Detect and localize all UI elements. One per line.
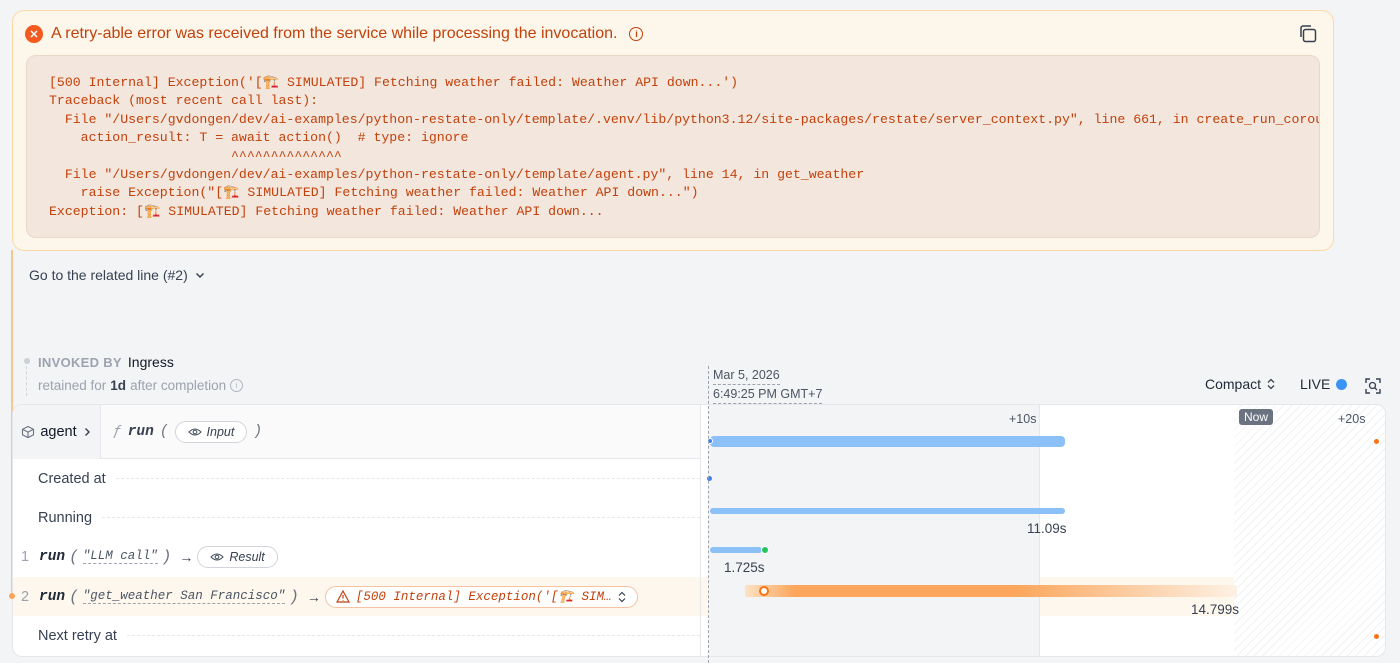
error-header: ✕ A retry-able error was received from t… [25, 25, 644, 43]
function-icon: ƒ [113, 423, 122, 440]
retained-value: 1d [110, 378, 127, 393]
step-number: 1 [21, 548, 30, 565]
input-button[interactable]: Input [174, 420, 248, 443]
step-name: run [39, 588, 66, 605]
input-label: Input [206, 424, 235, 439]
arrow-right-icon: → [179, 548, 194, 565]
pending-dot [1374, 439, 1379, 444]
chevron-right-icon [84, 427, 90, 436]
future-hatch [1234, 405, 1385, 656]
live-toggle[interactable]: LIVE [1300, 376, 1348, 392]
live-label: LIVE [1300, 376, 1331, 392]
invoked-dot [24, 358, 30, 364]
result-label: Result [229, 549, 265, 564]
paren-open: ( [159, 423, 169, 440]
journal-column: agent ƒ run ( Input ) Created at Running… [13, 405, 700, 656]
paren-open: ( [69, 547, 79, 566]
live-dot-icon [1336, 378, 1348, 390]
step2-attempt-dot [759, 586, 769, 596]
zoom-fit-icon[interactable] [1364, 377, 1382, 395]
running-bar [710, 508, 1065, 514]
header-row: agent ƒ run ( Input ) [13, 405, 700, 459]
step-arg: "LLM call" [82, 549, 158, 564]
stack-trace-box: [500 Internal] Exception('[🏗️ SIMULATED]… [26, 55, 1320, 238]
error-title: A retry-able error was received from the… [51, 25, 618, 42]
step-row-1[interactable]: 1 run ( "LLM call" ) → Result [13, 537, 700, 576]
paren-close: ) [289, 587, 299, 606]
warning-icon [335, 590, 350, 603]
goto-related-line[interactable]: Go to the related line (#2) [29, 267, 206, 283]
error-x-icon: ✕ [25, 25, 43, 43]
step1-duration: 1.725s [724, 560, 765, 575]
result-button[interactable]: Result [197, 545, 278, 568]
step1-success-dot [761, 546, 769, 554]
paren-open: ( [69, 587, 79, 606]
goto-label: Go to the related line (#2) [29, 267, 188, 283]
eye-icon [210, 552, 225, 561]
service-name: agent [40, 423, 77, 440]
running-duration: 11.09s [1027, 521, 1067, 536]
service-link[interactable]: agent [13, 405, 101, 459]
compact-toggle[interactable]: Compact [1205, 376, 1278, 392]
stack-trace: [500 Internal] Exception('[🏗️ SIMULATED]… [49, 75, 1319, 219]
invocation-timeline-table: agent ƒ run ( Input ) Created at Running… [12, 404, 1386, 657]
next-retry-dot [1374, 634, 1379, 639]
step-name: run [39, 548, 66, 565]
start-timestamp: Mar 5, 2026 6:49:25 PM GMT+7 [713, 366, 823, 404]
row-error-dot [9, 593, 15, 599]
chevron-updown-icon [619, 591, 626, 602]
copy-icon[interactable] [1297, 23, 1319, 45]
cube-icon [22, 425, 35, 438]
compact-label: Compact [1205, 376, 1262, 392]
step2-retry-bar [745, 585, 1237, 597]
arrow-right-icon: → [306, 588, 321, 605]
invoked-by-value: Ingress [127, 354, 174, 370]
handler-signature: ƒ run ( Input ) [113, 420, 263, 443]
running-row: Running [13, 498, 700, 537]
tick-20s: +20s [1338, 412, 1366, 426]
step-number: 2 [21, 588, 30, 605]
invoked-by: INVOKED BY Ingress [38, 354, 174, 370]
step1-bar [710, 547, 762, 553]
step-row-2[interactable]: 2 run ( "get_weather San Francisco" ) → … [13, 577, 700, 616]
error-result-button[interactable]: [500 Internal] Exception('[🏗️ SIM… [324, 585, 639, 608]
created-at-label: Created at [38, 470, 106, 487]
tick-10s: +10s [1009, 412, 1037, 426]
step2-duration: 14.799s [1191, 602, 1240, 617]
error-panel: ✕ A retry-able error was received from t… [12, 10, 1334, 251]
eye-icon [187, 427, 202, 436]
timeline-column: +10s Now +20s 11.09s 1.725s 14.799s [700, 405, 1385, 656]
chevron-updown-icon [1267, 378, 1275, 390]
retention-info: retained for 1d after completion i [38, 378, 244, 393]
info-icon[interactable]: i [629, 27, 644, 41]
chevron-down-icon [195, 272, 204, 279]
created-at-row: Created at [13, 459, 700, 498]
retained-prefix: retained for [38, 378, 107, 393]
paren-close: ) [161, 547, 172, 566]
retained-suffix: after completion [130, 378, 227, 393]
handler-name: run [127, 423, 154, 440]
paren-close: ) [253, 423, 263, 440]
invoked-by-label: INVOKED BY [38, 354, 122, 370]
invocation-bar [710, 436, 1065, 447]
retention-info-icon[interactable]: i [230, 379, 244, 392]
step-arg: "get_weather San Francisco" [82, 589, 286, 604]
next-retry-row: Next retry at [13, 616, 700, 655]
start-marker-line [708, 366, 709, 663]
start-time: 6:49:25 PM GMT+7 [713, 385, 823, 404]
next-retry-label: Next retry at [38, 627, 117, 644]
running-label: Running [38, 509, 93, 526]
error-result-label: [500 Internal] Exception('[🏗️ SIM… [355, 590, 612, 604]
invoked-connector [26, 366, 27, 396]
start-date: Mar 5, 2026 [713, 366, 780, 385]
now-badge: Now [1239, 409, 1274, 425]
